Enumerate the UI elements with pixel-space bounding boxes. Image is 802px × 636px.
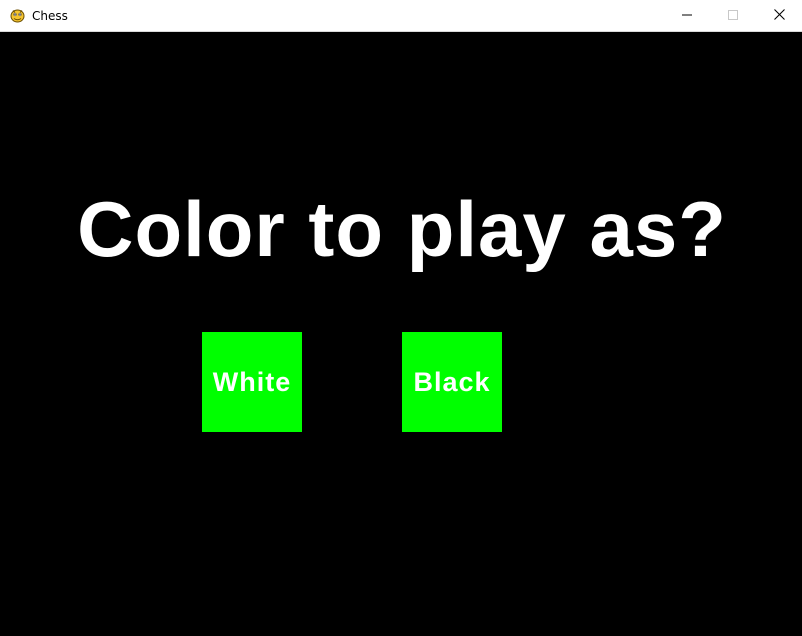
black-button-label: Black: [413, 366, 491, 397]
title-bar[interactable]: Chess: [0, 0, 802, 32]
maximize-icon: [728, 7, 738, 25]
white-button-label: White: [212, 366, 292, 397]
window-title: Chess: [32, 9, 68, 23]
app-window: Chess Color to play as? White Black: [0, 0, 802, 636]
minimize-button[interactable]: [664, 0, 710, 31]
color-prompt-heading: Color to play as?: [77, 185, 727, 273]
maximize-button[interactable]: [710, 0, 756, 31]
white-button[interactable]: White: [202, 332, 302, 432]
close-button[interactable]: [756, 0, 802, 31]
minimize-icon: [682, 7, 692, 25]
game-surface: Color to play as? White Black: [2, 32, 802, 632]
black-button[interactable]: Black: [402, 332, 502, 432]
pygame-snake-icon: [9, 7, 26, 24]
close-icon: [773, 7, 785, 25]
